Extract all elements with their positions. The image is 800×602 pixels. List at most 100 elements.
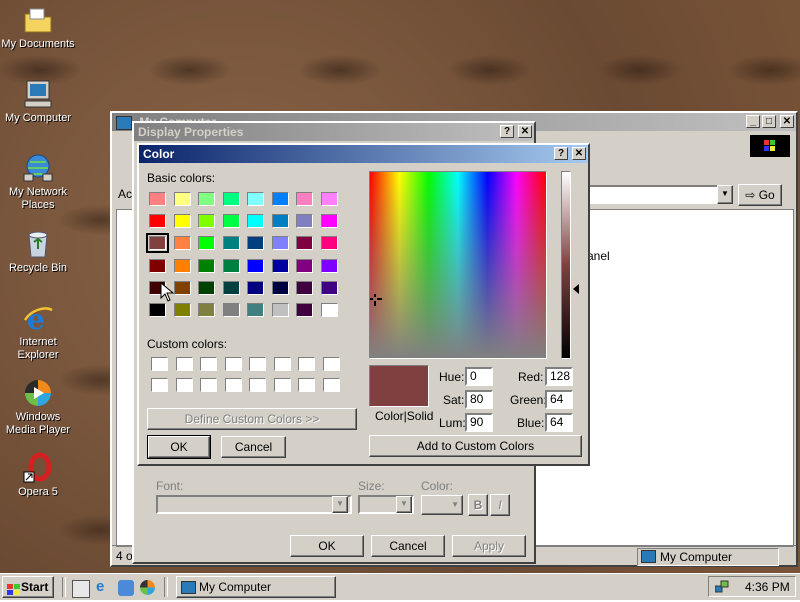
basic-color-swatch[interactable] [320, 236, 338, 251]
minimize-button[interactable]: _ [746, 115, 760, 128]
close-button[interactable]: ✕ [572, 147, 586, 160]
basic-color-swatch[interactable] [146, 233, 169, 254]
basic-color-swatch[interactable] [222, 280, 240, 295]
outlook-express-icon[interactable] [118, 580, 134, 596]
basic-color-swatch[interactable] [247, 303, 264, 317]
custom-color-swatch[interactable] [298, 378, 315, 392]
desktop-icon-my-network-places[interactable]: My Network Places [0, 152, 76, 212]
internet-explorer-icon[interactable]: e [96, 579, 112, 595]
add-to-custom-colors-button[interactable]: Add to Custom Colors [369, 435, 582, 457]
ok-button[interactable]: OK [147, 435, 211, 459]
basic-color-swatch[interactable] [198, 192, 215, 206]
ok-button[interactable]: OK [290, 535, 364, 557]
font-dropdown-button[interactable]: ▼ [332, 496, 348, 513]
desktop-icon-internet-explorer[interactable]: e Internet Explorer [0, 302, 76, 362]
basic-color-swatch[interactable] [149, 192, 166, 206]
basic-color-swatch[interactable] [296, 214, 313, 229]
basic-color-swatch[interactable] [271, 258, 289, 273]
basic-color-swatch[interactable] [296, 192, 313, 206]
basic-color-swatch[interactable] [247, 280, 264, 295]
basic-color-swatch[interactable] [247, 192, 264, 206]
basic-color-swatch[interactable] [247, 236, 264, 251]
basic-color-swatch[interactable] [296, 258, 313, 273]
luminosity-slider[interactable] [561, 171, 571, 359]
green-input[interactable]: 64 [545, 390, 573, 409]
custom-color-swatch[interactable] [175, 378, 193, 392]
custom-color-swatch[interactable] [200, 378, 217, 392]
basic-color-swatch[interactable] [320, 258, 338, 273]
cancel-button[interactable]: Cancel [371, 535, 445, 557]
basic-color-swatch[interactable] [320, 214, 338, 229]
desktop-icon-my-documents[interactable]: My Documents [0, 4, 76, 51]
basic-color-swatch[interactable] [198, 236, 215, 251]
help-button[interactable]: ? [554, 147, 568, 160]
start-button[interactable]: Start [2, 576, 54, 598]
custom-color-swatch[interactable] [249, 357, 266, 371]
basic-color-swatch[interactable] [320, 280, 338, 295]
custom-color-swatch[interactable] [224, 378, 242, 392]
custom-color-swatch[interactable] [322, 357, 340, 371]
font-select[interactable] [156, 495, 352, 514]
basic-color-swatch[interactable] [271, 192, 289, 206]
basic-color-swatch[interactable] [296, 280, 313, 295]
apply-button[interactable]: Apply [452, 535, 526, 557]
desktop-icon-recycle-bin[interactable]: Recycle Bin [0, 228, 76, 275]
custom-color-swatch[interactable] [200, 357, 217, 371]
basic-color-swatch[interactable] [173, 303, 191, 317]
basic-color-swatch[interactable] [222, 236, 240, 251]
basic-color-swatch[interactable] [320, 192, 338, 206]
red-input[interactable]: 128 [545, 367, 573, 386]
basic-color-swatch[interactable] [149, 214, 166, 229]
custom-color-swatch[interactable] [249, 378, 266, 392]
basic-color-swatch[interactable] [173, 258, 191, 273]
cancel-button[interactable]: Cancel [221, 436, 286, 458]
bold-button[interactable]: B [468, 494, 488, 516]
basic-color-swatch[interactable] [222, 192, 240, 206]
define-custom-colors-button[interactable]: Define Custom Colors >> [147, 408, 357, 430]
close-button[interactable]: ✕ [518, 125, 532, 138]
sat-input[interactable]: 80 [465, 390, 493, 409]
basic-color-swatch[interactable] [271, 236, 289, 251]
custom-color-swatch[interactable] [273, 357, 291, 371]
custom-color-swatch[interactable] [151, 357, 168, 371]
basic-color-swatch[interactable] [198, 214, 215, 229]
basic-color-swatch[interactable] [222, 214, 240, 229]
basic-color-swatch[interactable] [173, 192, 191, 206]
desktop-icon-windows-media-player[interactable]: Windows Media Player [0, 377, 76, 437]
help-button[interactable]: ? [500, 125, 514, 138]
basic-color-swatch[interactable] [149, 258, 166, 273]
lum-input[interactable]: 90 [465, 413, 493, 432]
desktop-icon-opera[interactable]: Opera 5 [0, 452, 76, 499]
size-dropdown-button[interactable]: ▼ [396, 496, 412, 513]
basic-color-swatch[interactable] [222, 258, 240, 273]
custom-color-swatch[interactable] [298, 357, 315, 371]
color-spectrum[interactable] [369, 171, 547, 359]
custom-color-swatch[interactable] [273, 378, 291, 392]
basic-color-swatch[interactable] [173, 236, 191, 251]
basic-color-swatch[interactable] [271, 280, 289, 295]
basic-color-swatch[interactable] [173, 214, 191, 229]
basic-color-swatch[interactable] [198, 258, 215, 273]
basic-color-swatch[interactable] [296, 236, 313, 251]
basic-color-swatch[interactable] [320, 303, 338, 317]
basic-color-swatch[interactable] [247, 258, 264, 273]
hue-input[interactable]: 0 [465, 367, 493, 386]
color-select-button[interactable]: ▼ [421, 495, 463, 515]
maximize-button[interactable]: □ [762, 115, 776, 128]
show-desktop-icon[interactable] [72, 580, 90, 598]
address-dropdown-button[interactable]: ▼ [717, 185, 733, 204]
basic-color-swatch[interactable] [271, 214, 289, 229]
media-player-icon[interactable] [140, 580, 155, 595]
basic-color-swatch[interactable] [149, 303, 166, 317]
go-button[interactable]: ⇨ Go [738, 184, 782, 206]
blue-input[interactable]: 64 [545, 413, 573, 432]
basic-color-swatch[interactable] [173, 280, 191, 295]
basic-color-swatch[interactable] [247, 214, 264, 229]
network-tray-icon[interactable] [714, 580, 729, 593]
basic-color-swatch[interactable] [198, 303, 215, 317]
luminosity-arrow-icon[interactable] [573, 284, 579, 294]
close-button[interactable]: ✕ [780, 115, 794, 128]
basic-color-swatch[interactable] [296, 303, 313, 317]
desktop-icon-my-computer[interactable]: My Computer [0, 78, 76, 125]
basic-color-swatch[interactable] [271, 303, 289, 317]
